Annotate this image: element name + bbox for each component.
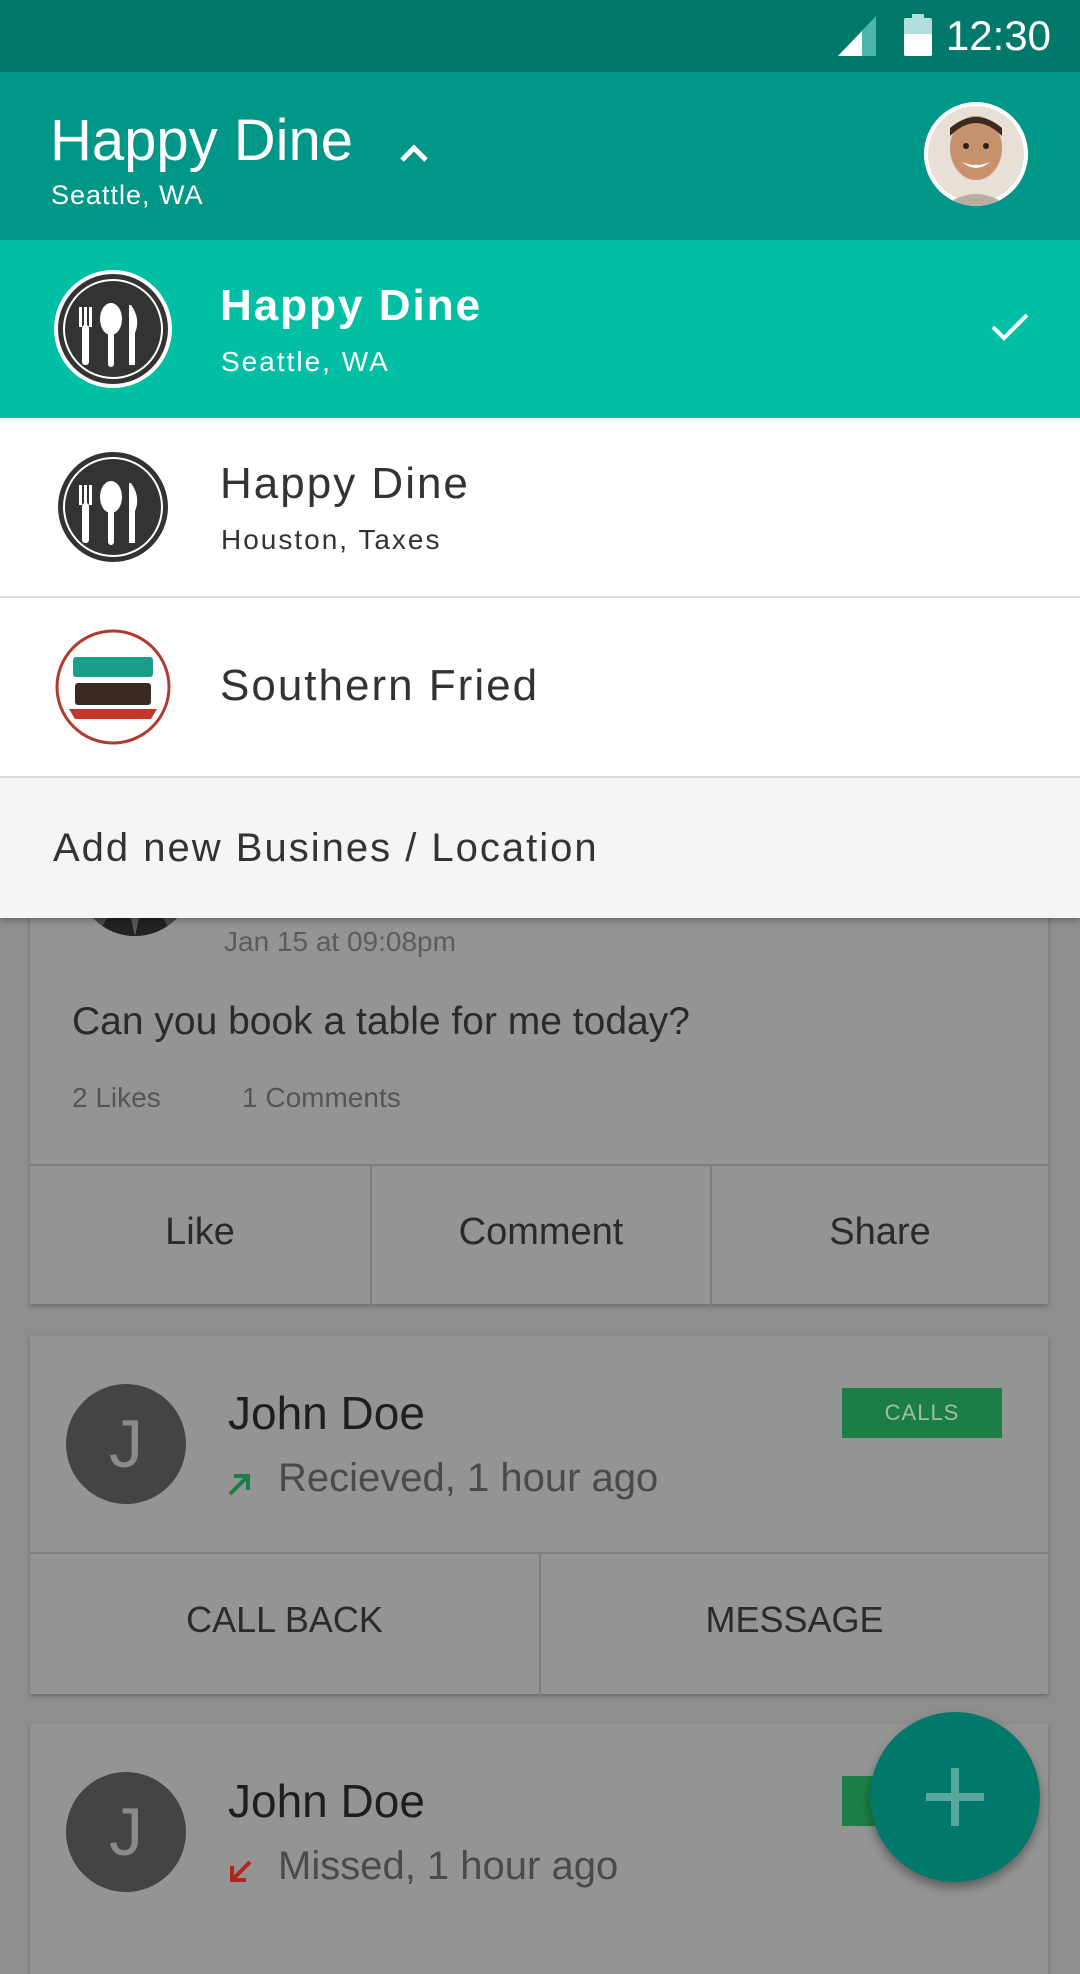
- location-city: Seattle, WA: [221, 346, 390, 377]
- call-card: J John Doe Recieved, 1 hour ago CALLS CA…: [30, 1336, 1048, 1696]
- add-fab-button[interactable]: [870, 1712, 1040, 1882]
- status-time: 12:30: [945, 12, 1051, 59]
- call-back-button[interactable]: CALL BACK: [30, 1554, 539, 1696]
- post-likes-count[interactable]: 2 Likes: [72, 1082, 161, 1114]
- post-actions: Like Comment Share: [30, 1164, 1048, 1306]
- location-name: Southern Fried: [220, 661, 540, 710]
- post-card: Jan 15 at 09:08pm Can you book a table f…: [30, 820, 1048, 1306]
- location-dropdown: Happy Dine Seattle, WA Happy Dine Housto…: [0, 240, 1080, 918]
- call-status: Missed, 1 hour ago: [278, 1844, 619, 1888]
- check-icon: [991, 313, 1029, 341]
- caller-avatar[interactable]: J: [66, 1384, 186, 1504]
- call-actions: CALL BACK MESSAGE: [30, 1552, 1048, 1696]
- chevron-up-icon[interactable]: [396, 140, 432, 164]
- add-new-location-item[interactable]: Add new Busines / Location: [0, 778, 1080, 918]
- status-bar: 12:30: [0, 0, 1080, 72]
- user-avatar[interactable]: [924, 102, 1028, 206]
- caller-name: John Doe: [228, 1775, 425, 1827]
- caller-avatar[interactable]: J: [66, 1772, 186, 1892]
- business-location[interactable]: Seattle, WA: [51, 178, 204, 212]
- missed-call-icon: [230, 1860, 252, 1882]
- signal-icon: [838, 16, 876, 56]
- post-text: Can you book a table for me today?: [72, 1000, 690, 1043]
- location-item-southern-fried[interactable]: Southern Fried: [0, 598, 1080, 778]
- moms-kitchen-logo: [53, 447, 173, 567]
- call-status: Recieved, 1 hour ago: [278, 1456, 659, 1500]
- like-button[interactable]: Like: [30, 1166, 370, 1306]
- caller-name: John Doe: [228, 1387, 425, 1439]
- calls-badge: CALLS: [842, 1388, 1002, 1438]
- location-city: Houston, Taxes: [221, 524, 442, 555]
- share-button[interactable]: Share: [710, 1166, 1048, 1306]
- plus-icon: [926, 1768, 984, 1826]
- location-name: Happy Dine: [220, 281, 483, 330]
- received-call-icon: [228, 1474, 250, 1496]
- moms-kitchen-logo: [53, 269, 173, 389]
- location-item-happy-dine-seattle[interactable]: Happy Dine Seattle, WA: [0, 240, 1080, 418]
- southern-fried-logo: [53, 627, 173, 747]
- post-timestamp: Jan 15 at 09:08pm: [224, 926, 456, 957]
- add-new-location-label: Add new Busines / Location: [53, 826, 599, 870]
- comment-button[interactable]: Comment: [370, 1166, 710, 1306]
- app-bar: Happy Dine Seattle, WA: [0, 72, 1080, 240]
- business-title[interactable]: Happy Dine: [50, 106, 353, 176]
- message-button[interactable]: MESSAGE: [539, 1554, 1048, 1696]
- battery-icon: [904, 14, 932, 56]
- post-comments-count[interactable]: 1 Comments: [242, 1082, 401, 1114]
- location-name: Happy Dine: [220, 459, 470, 508]
- location-item-happy-dine-houston[interactable]: Happy Dine Houston, Taxes: [0, 418, 1080, 598]
